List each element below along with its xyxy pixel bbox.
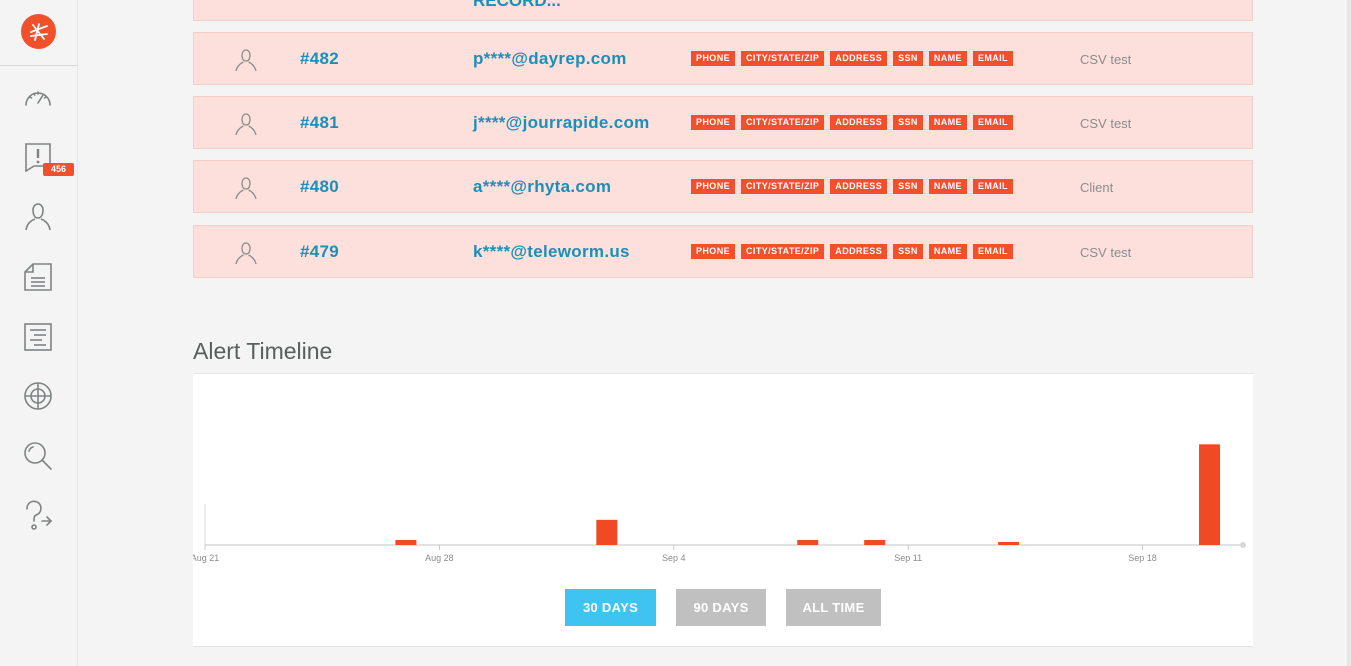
data-type-tag: SSN (893, 244, 923, 259)
timeline-bar (596, 519, 618, 545)
logo-icon (29, 22, 48, 41)
data-type-tag: CITY/STATE/ZIP (741, 51, 825, 66)
x-tick-label: Sep 4 (662, 553, 686, 563)
user-icon (235, 113, 257, 136)
email-link[interactable]: a****@rhyta.com (473, 177, 611, 197)
search-icon (24, 442, 52, 470)
partial-row-text: RECORD... (473, 0, 561, 10)
source-label: CSV test (1080, 116, 1132, 131)
range-buttons: 30 DAYS 90 DAYS ALL TIME (565, 589, 881, 626)
data-type-tag: SSN (893, 179, 923, 194)
data-type-tag: PHONE (691, 115, 736, 130)
x-tick-label: Sep 11 (894, 553, 922, 563)
sidebar-item-documents[interactable] (21, 259, 55, 293)
alert-id-link[interactable]: #480 (300, 177, 339, 197)
x-tick-label: Aug 21 (193, 553, 219, 563)
user-icon (235, 242, 257, 265)
data-type-tag: NAME (928, 179, 967, 194)
page-scrollbar[interactable] (1347, 0, 1351, 666)
user-icon (235, 177, 257, 200)
document-icon (24, 263, 52, 291)
90-days-button[interactable]: 90 DAYS (676, 589, 766, 626)
all-time-button[interactable]: ALL TIME (786, 589, 881, 626)
sidebar-item-reports[interactable] (21, 319, 55, 353)
alert-id-link[interactable]: #479 (300, 242, 339, 262)
timeline-bar (864, 539, 886, 545)
source-label: Client (1080, 180, 1114, 195)
data-type-tag: PHONE (691, 51, 736, 66)
x-axis-end-dot (1240, 542, 1246, 548)
alert-id-link[interactable]: #481 (300, 113, 339, 133)
data-type-tag: EMAIL (972, 115, 1013, 130)
x-tick-label: Aug 28 (425, 553, 454, 563)
timeline-bar (1199, 444, 1221, 545)
data-type-tag: CITY/STATE/ZIP (741, 179, 825, 194)
alert-timeline-chart: Aug 21 Aug 28 Sep 4 Sep 11 Sep 18 30 DAYS 90… (193, 373, 1253, 646)
tag-list: PHONE CITY/STATE/ZIP ADDRESS SSN NAME EMAIL (691, 115, 1013, 130)
sidebar: 456 (0, 0, 78, 666)
help-icon (26, 500, 53, 530)
speedometer-icon (25, 91, 51, 106)
tag-list: PHONE CITY/STATE/ZIP ADDRESS SSN NAME EMAIL (691, 51, 1013, 66)
tag-list: PHONE CITY/STATE/ZIP ADDRESS SSN NAME EMAIL (691, 244, 1013, 259)
data-type-tag: EMAIL (972, 244, 1013, 259)
email-link[interactable]: p****@dayrep.com (473, 49, 627, 69)
x-tick-label: Sep 18 (1128, 553, 1157, 563)
data-type-tag: CITY/STATE/ZIP (741, 115, 825, 130)
data-type-tag: NAME (928, 244, 967, 259)
sidebar-divider (0, 65, 78, 66)
data-type-tag: PHONE (691, 179, 736, 194)
email-link[interactable]: j****@jourrapide.com (473, 113, 650, 133)
sidebar-item-help[interactable] (21, 499, 55, 533)
timeline-bar (797, 539, 819, 545)
user-icon (25, 203, 51, 231)
sidebar-item-dashboard[interactable] (21, 80, 55, 114)
table-row[interactable]: #480 a****@rhyta.com PHONE CITY/STATE/ZIP AD… (193, 160, 1253, 213)
data-type-tag: SSN (893, 51, 923, 66)
sidebar-item-search[interactable] (21, 439, 55, 473)
email-link[interactable]: k****@teleworm.us (473, 242, 630, 262)
data-type-tag: ADDRESS (830, 179, 888, 194)
source-label: CSV test (1080, 52, 1132, 67)
data-type-tag: ADDRESS (830, 51, 888, 66)
alert-timeline-title: Alert Timeline (193, 338, 333, 364)
data-type-tag: PHONE (691, 244, 736, 259)
source-label: CSV test (1080, 245, 1132, 260)
data-type-tag: ADDRESS (830, 115, 888, 130)
globe-icon (24, 382, 52, 410)
data-type-tag: ADDRESS (830, 244, 888, 259)
data-type-tag: CITY/STATE/ZIP (741, 244, 825, 259)
report-icon (24, 323, 52, 351)
timeline-bar (395, 539, 417, 545)
data-type-tag: NAME (928, 51, 967, 66)
30-days-button[interactable]: 30 DAYS (565, 589, 656, 626)
sidebar-item-targets[interactable] (21, 379, 55, 413)
data-type-tag: EMAIL (972, 179, 1013, 194)
table-row-partial[interactable]: RECORD... (193, 0, 1253, 21)
app-logo[interactable] (21, 14, 56, 49)
data-type-tag: EMAIL (972, 51, 1013, 66)
data-type-tag: SSN (893, 115, 923, 130)
table-row[interactable]: #479 k****@teleworm.us PHONE CITY/STATE/ZIP… (193, 225, 1253, 278)
data-type-tag: NAME (928, 115, 967, 130)
table-row[interactable]: #482 p****@dayrep.com PHONE CITY/STATE/ZIP A… (193, 32, 1253, 85)
alert-id-link[interactable]: #482 (300, 49, 339, 69)
sidebar-item-users[interactable] (21, 199, 55, 233)
user-icon (235, 49, 257, 72)
timeline-chart-svg: Aug 21 Aug 28 Sep 4 Sep 11 Sep 18 (193, 444, 1246, 563)
timeline-bar (998, 541, 1020, 545)
tag-list: PHONE CITY/STATE/ZIP ADDRESS SSN NAME EMAIL (691, 179, 1013, 194)
table-row[interactable]: #481 j****@jourrapide.com PHONE CITY/STATE/… (193, 96, 1253, 149)
alerts-count-badge: 456 (43, 163, 74, 176)
chart-card-bottom (193, 646, 1253, 647)
